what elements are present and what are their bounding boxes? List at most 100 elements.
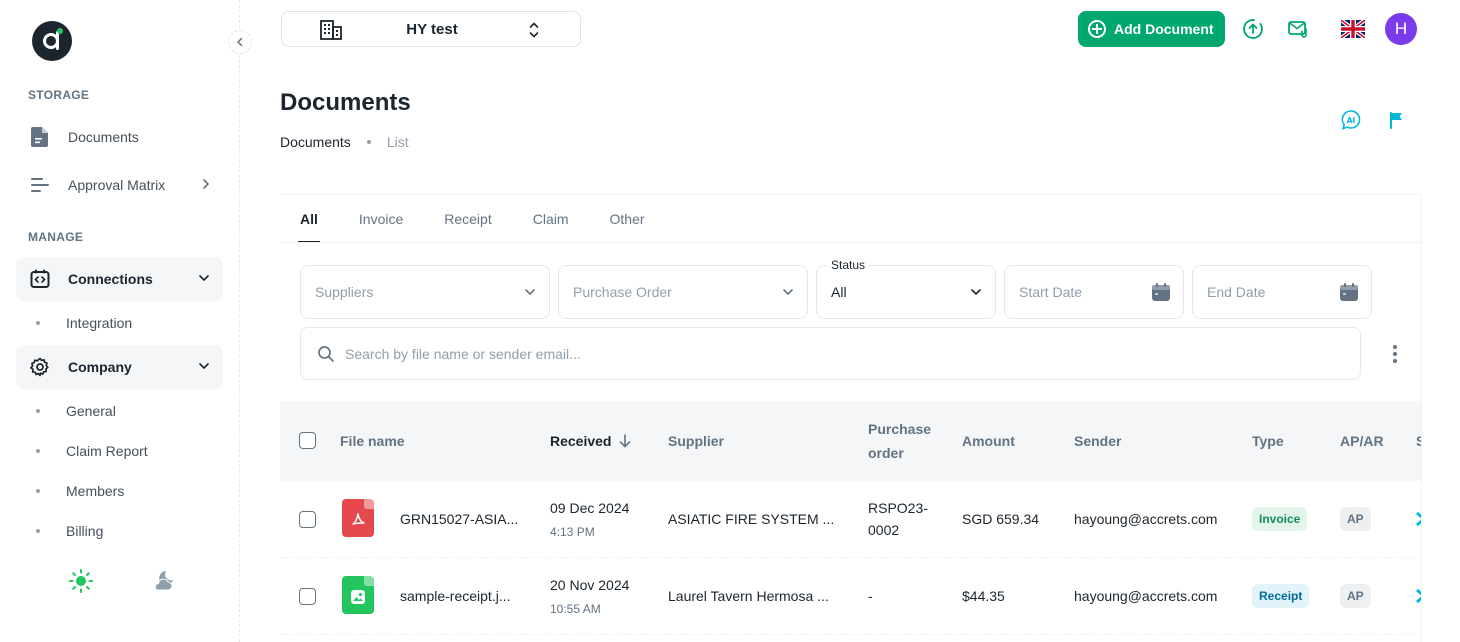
sidebar-subitem-billing[interactable]: Billing [36,523,103,539]
sidebar-subitem-claim-report[interactable]: Claim Report [36,443,148,459]
start-date-input[interactable]: Start Date [1004,265,1184,319]
gear-icon [30,357,50,377]
chevron-down-icon [783,289,793,296]
add-document-button[interactable]: Add Document [1078,11,1225,47]
bullet-icon [36,489,40,493]
breadcrumb-item-list: List [386,134,409,150]
received-time: 4:13 PM [550,525,595,539]
start-date-placeholder: Start Date [1019,284,1083,300]
purchase-order-select[interactable]: Purchase Order [558,265,808,319]
tab-receipt[interactable]: Receipt [444,195,491,243]
sidebar-item-label: Members [66,483,125,499]
column-supplier[interactable]: Supplier [668,429,724,453]
sidebar-item-label: Company [68,359,132,375]
select-all-checkbox[interactable] [299,432,316,449]
add-document-label: Add Document [1114,21,1214,37]
page-title: Documents [280,89,411,116]
document-type-tabs: All Invoice Receipt Claim Other [298,195,686,243]
calendar-icon[interactable] [1151,282,1171,302]
received-date: 20 Nov 2024 [550,577,630,593]
breadcrumb-item-documents[interactable]: Documents [280,134,351,150]
app-logo[interactable] [32,21,72,61]
column-purchase-order[interactable]: Purchase order [868,417,931,465]
sidebar-subitem-general[interactable]: General [36,403,116,419]
sidebar-collapse-button[interactable] [228,30,252,54]
sidebar-item-label: Approval Matrix [68,177,166,193]
file-name[interactable]: GRN15027-ASIA... [400,511,518,527]
documents-card: All Invoice Receipt Claim Other Supplier… [280,194,1422,642]
document-icon [30,127,50,147]
list-align-icon [30,175,50,195]
search-placeholder: Search by file name or sender email... [345,345,581,362]
chevron-down-icon [199,275,209,282]
sun-icon[interactable] [68,568,94,594]
end-date-placeholder: End Date [1207,284,1266,300]
amount: $44.35 [962,588,1005,604]
calendar-icon[interactable] [1339,282,1359,302]
search-input[interactable]: Search by file name or sender email... [300,327,1361,380]
column-amount[interactable]: Amount [962,429,1015,453]
chevron-down-icon [525,289,535,296]
row-checkbox[interactable] [299,511,316,528]
column-ap-ar[interactable]: AP/AR [1340,429,1384,453]
image-file-icon [342,576,374,614]
column-sender[interactable]: Sender [1074,429,1121,453]
sidebar-item-label: General [66,403,116,419]
flag-icon[interactable] [1385,109,1407,131]
bullet-icon [36,409,40,413]
more-options-icon[interactable] [1386,343,1404,365]
tab-claim[interactable]: Claim [533,195,569,243]
suppliers-placeholder: Suppliers [315,284,374,300]
sidebar-item-connections[interactable]: Connections [16,257,223,301]
status-select[interactable]: Status All [816,258,996,319]
bullet-icon [36,529,40,533]
tab-all[interactable]: All [298,195,320,243]
mail-attachment-icon[interactable] [1288,18,1310,40]
sidebar-item-company[interactable]: Company [16,345,223,389]
section-label-storage: STORAGE [28,88,90,102]
upload-sync-icon[interactable] [1242,18,1264,40]
column-type[interactable]: Type [1252,429,1284,453]
received-time: 10:55 AM [550,602,601,616]
column-purchase-order-line2: order [868,445,904,461]
status-icon [1416,588,1421,604]
row-checkbox[interactable] [299,588,316,605]
sidebar-item-approval-matrix[interactable]: Approval Matrix [16,163,223,207]
workspace-selector[interactable]: HY test [281,11,581,47]
table-row[interactable]: sample-receipt.j... 20 Nov 2024 10:55 AM… [280,558,1421,635]
uk-flag-icon[interactable] [1341,18,1365,40]
sort-chevrons-icon [529,22,539,38]
purchase-order-line1: RSPO23- [868,500,928,516]
end-date-input[interactable]: End Date [1192,265,1372,319]
sender-email: hayoung@accrets.com [1074,588,1218,604]
sidebar-subitem-integration[interactable]: Integration [36,315,132,331]
tab-other[interactable]: Other [610,195,645,243]
received-date: 09 Dec 2024 [550,500,630,516]
table-row[interactable]: GRN15027-ASIA... 09 Dec 2024 4:13 PM ASI… [280,481,1421,558]
sidebar-item-label: Documents [68,129,139,145]
chevron-down-icon [971,289,981,296]
search-icon [318,345,334,362]
suppliers-select[interactable]: Suppliers [300,265,550,319]
tab-invoice[interactable]: Invoice [359,195,403,243]
type-badge: Receipt [1252,584,1310,608]
tabs-divider [280,242,1421,243]
column-received-label: Received [550,433,612,449]
sidebar-item-documents[interactable]: Documents [16,115,223,159]
ai-chat-icon[interactable]: AI [1340,109,1362,131]
breadcrumb-separator [366,140,371,144]
bullet-icon [36,321,40,325]
supplier: Laurel Tavern Hermosa ... [668,588,829,604]
column-received[interactable]: Received [550,429,631,453]
plus-circle-icon [1088,20,1106,38]
user-avatar[interactable]: H [1385,13,1417,45]
chevron-down-icon [199,363,209,370]
file-name[interactable]: sample-receipt.j... [400,588,510,604]
sidebar-subitem-members[interactable]: Members [36,483,124,499]
column-purchase-order-line1: Purchase [868,421,932,437]
column-status[interactable]: S [1416,429,1421,453]
ap-ar-badge: AP [1340,584,1371,608]
column-file-name[interactable]: File name [340,429,405,453]
sidebar: STORAGE Documents Approval Matrix MANAGE… [0,0,240,642]
moon-cloud-icon[interactable] [150,568,176,594]
